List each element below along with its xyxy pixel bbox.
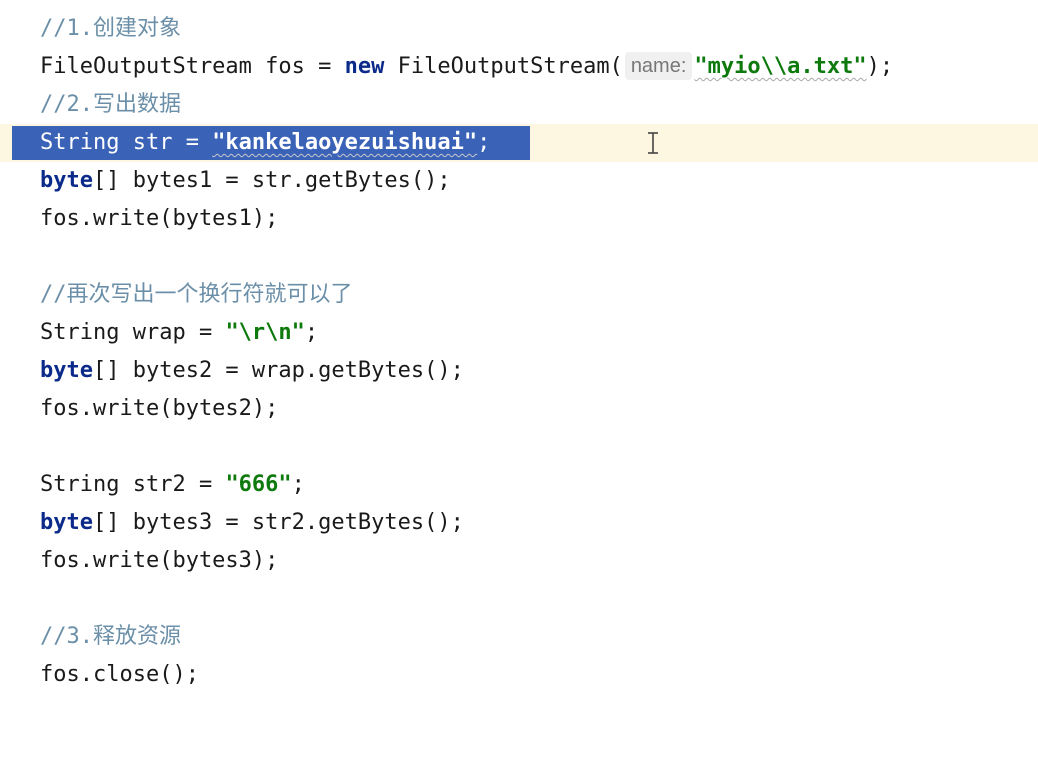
code-line-9[interactable]: String wrap = "\r\n";	[0, 314, 1038, 352]
code-line-4-current[interactable]: String str = "kankelaoyezuishuai";	[0, 124, 1038, 162]
write-bytes3: fos.write(bytes3);	[40, 548, 279, 573]
statement-end: );	[866, 54, 894, 79]
write-bytes1: fos.write(bytes1);	[40, 206, 279, 231]
code-line-17[interactable]: //3.释放资源	[0, 618, 1038, 656]
code-editor[interactable]: //1.创建对象 FileOutputStream fos = new File…	[0, 0, 1038, 714]
keyword-byte: byte	[40, 168, 93, 193]
string-literal-selected: "kankelaoyezuishuai"	[212, 130, 478, 155]
bytes3-decl: [] bytes3 = str2.getBytes();	[92, 510, 464, 535]
string-literal-666: "666"	[225, 472, 292, 497]
comment-newline: //再次写出一个换行符就可以了	[40, 282, 353, 307]
keyword-byte: byte	[40, 358, 93, 383]
string-decl: String str =	[40, 130, 213, 155]
code-line-14[interactable]: byte[] bytes3 = str2.getBytes();	[0, 504, 1038, 542]
code-line-6[interactable]: fos.write(bytes1);	[0, 200, 1038, 238]
code-line-13[interactable]: String str2 = "666";	[0, 466, 1038, 504]
code-line-8[interactable]: //再次写出一个换行符就可以了	[0, 276, 1038, 314]
text-ibeam-icon	[648, 132, 658, 154]
type-name: FileOutputStream	[40, 54, 252, 79]
code-line-15[interactable]: fos.write(bytes3);	[0, 542, 1038, 580]
statement-end: ;	[304, 320, 319, 345]
code-line-10[interactable]: byte[] bytes2 = wrap.getBytes();	[0, 352, 1038, 390]
code-line-2[interactable]: FileOutputStream fos = new FileOutputStr…	[0, 48, 1038, 86]
keyword-byte: byte	[40, 510, 93, 535]
comment-create-object: //1.创建对象	[40, 16, 181, 41]
code-line-11[interactable]: fos.write(bytes2);	[0, 390, 1038, 428]
comment-release-resources: //3.释放资源	[40, 624, 181, 649]
bytes1-decl: [] bytes1 = str.getBytes();	[92, 168, 451, 193]
code-line-1[interactable]: //1.创建对象	[0, 10, 1038, 48]
code-line-5[interactable]: byte[] bytes1 = str.getBytes();	[0, 162, 1038, 200]
parameter-hint: name:	[624, 52, 693, 80]
comment-write-data: //2.写出数据	[40, 92, 181, 117]
string-literal-newline: "\r\n"	[225, 320, 305, 345]
statement-end: ;	[477, 130, 491, 155]
write-bytes2: fos.write(bytes2);	[40, 396, 279, 421]
keyword-new: new	[344, 54, 385, 79]
bytes2-decl: [] bytes2 = wrap.getBytes();	[92, 358, 464, 383]
statement-end: ;	[291, 472, 305, 497]
code-line-18[interactable]: fos.close();	[0, 656, 1038, 694]
code-line-3[interactable]: //2.写出数据	[0, 86, 1038, 124]
string-literal-path: "myio\\a.txt"	[694, 54, 867, 79]
close-stream: fos.close();	[40, 662, 199, 687]
constructor-call: FileOutputStream(	[384, 54, 623, 79]
str2-decl: String str2 =	[40, 472, 226, 497]
wrap-decl: String wrap =	[40, 320, 226, 345]
variable-decl: fos =	[251, 54, 345, 79]
